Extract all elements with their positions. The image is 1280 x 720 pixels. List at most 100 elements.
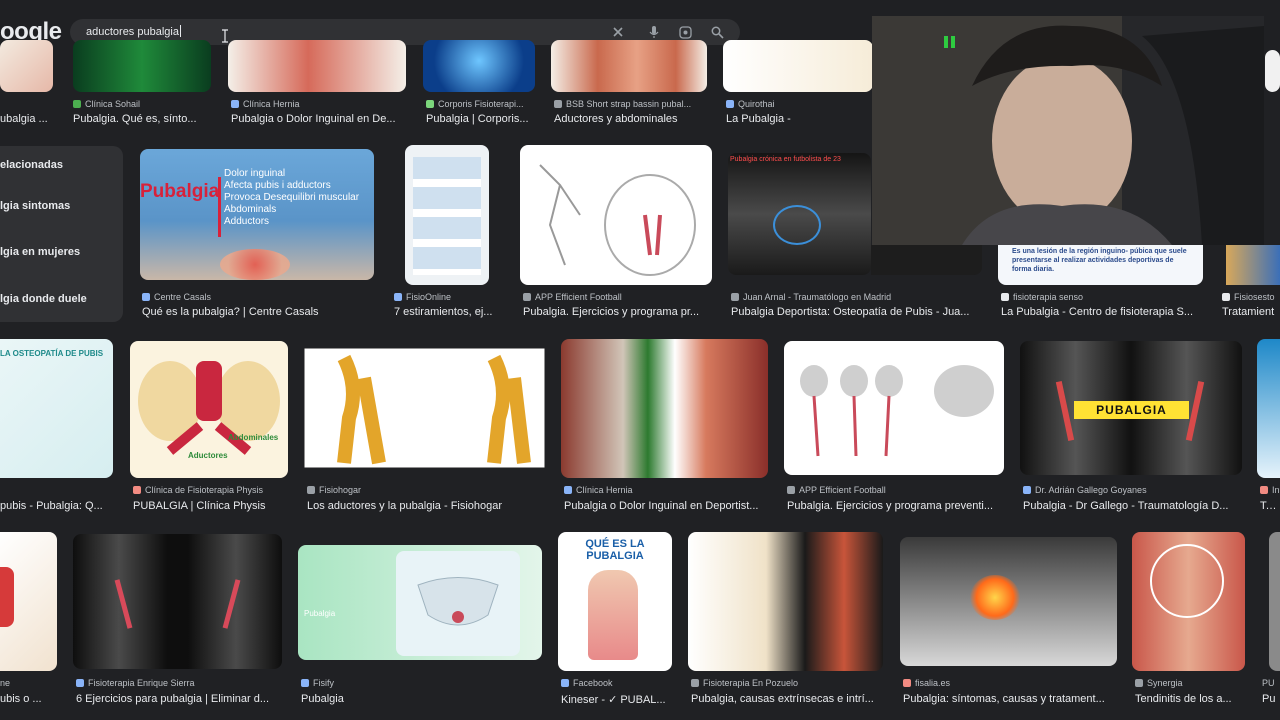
result-title[interactable]: Pubalgia | Corporis... [426,113,536,125]
result-title[interactable]: Pubalgia o Dolor Inguinal en Deportist..… [564,500,764,512]
result-source[interactable]: PU [1262,678,1280,688]
result-source[interactable]: Fisiohogar [307,485,547,495]
result-image[interactable] [0,532,57,671]
result-source[interactable]: Fisioterapia En Pozuelo [691,678,886,688]
result-source[interactable]: Fisiosesto [1222,292,1280,302]
result-title[interactable]: Qué es la pubalgia? | Centre Casals [142,306,376,318]
result-title[interactable]: Tera [1260,500,1280,512]
result-title[interactable]: Pubalgia: síntomas, causas y tratament..… [903,693,1118,705]
result-image[interactable] [688,532,883,671]
result-image[interactable]: PUBALGIA [1020,341,1242,475]
image-text: QUÉ ES LA PUBALGIA [585,538,645,562]
result-source[interactable]: FisioOnline [394,292,504,302]
result-image[interactable] [784,341,1004,475]
result-image[interactable]: Pubalgia crónica en futbolista de 23 [728,153,871,275]
result-title[interactable]: PUBALGIA | Clínica Physis [133,500,293,512]
result-image[interactable] [551,40,707,92]
result-title[interactable]: Pu [1262,693,1280,705]
result-title[interactable]: pubis - Pubalgia: Q... [0,500,115,512]
result-image[interactable] [1269,532,1280,671]
image-text: PUBALGIA [1074,401,1189,419]
result-title[interactable]: Pubalgia o Dolor Inguinal en De... [231,113,411,125]
result-source[interactable]: Dr. Adrián Gallego Goyanes [1023,485,1248,495]
result-source[interactable]: fisalia.es [903,678,1118,688]
result-source[interactable]: BSB Short strap bassin pubal... [554,99,709,109]
result-title[interactable]: La Pubalgia - Centro de fisioterapia S..… [1001,306,1201,318]
result-source[interactable]: APP Efficient Football [523,292,713,302]
result-title[interactable]: ubis o ... [0,693,60,705]
result-title[interactable]: Pubalgia - Dr Gallego - Traumatología D.… [1023,500,1243,512]
result-source[interactable]: ne [0,678,60,688]
result-image[interactable] [520,145,712,285]
result-source[interactable]: Clínica Hernia [564,485,764,495]
result-source[interactable]: Synergia [1135,678,1250,688]
search-icon[interactable] [707,22,727,42]
related-search-item[interactable]: lgia donde duele [0,293,87,305]
result-source[interactable]: Clínica de Fisioterapia Physis [133,485,293,495]
result-title[interactable]: Tendinitis de los a... [1135,693,1245,705]
result-title[interactable]: Aductores y abdominales [554,113,709,125]
result-image[interactable] [73,534,282,669]
result-image[interactable]: Abdominales Aductores [130,341,288,478]
result-source[interactable]: In [1260,485,1280,495]
result-image[interactable] [423,40,535,92]
result-image[interactable] [228,40,406,92]
result-image[interactable]: Es una lesión de la región inguino- púbi… [998,245,1203,285]
result-source[interactable]: Facebook [561,678,676,688]
result-image[interactable]: QUÉ ES LA PUBALGIA [558,532,672,671]
result-title[interactable]: Pubalgia Deportista: Osteopatía de Pubis… [731,306,981,318]
result-source[interactable]: Clínica Hernia [231,99,411,109]
result-image[interactable] [73,40,211,92]
image-text: Pubalgia [140,181,220,202]
lens-icon[interactable] [675,22,695,42]
result-image[interactable]: Pubalgia [298,545,542,660]
result-source[interactable]: Fisify [301,678,541,688]
image-caption: LA OSTEOPATÍA DE PUBIS [0,349,104,358]
result-image[interactable] [304,348,545,468]
result-image[interactable] [723,40,873,92]
result-title[interactable]: Kineser - ✓ PUBAL... [561,693,676,706]
result-source[interactable]: Centre Casals [142,292,372,302]
result-title[interactable]: 7 estiramientos, ej... [394,306,504,318]
result-image[interactable] [871,245,982,275]
result-source[interactable]: fisioterapia senso [1001,292,1201,302]
result-image[interactable] [561,339,768,478]
result-image[interactable]: Pubalgia Dolor inguinal Afecta pubis i ad… [140,149,374,280]
result-source[interactable]: Corporis Fisioterapi... [426,99,536,109]
result-title[interactable]: Pubalgia, causas extrínsecas e intrí... [691,693,881,705]
result-title[interactable]: 6 Ejercicios para pubalgia | Eliminar d.… [76,693,286,705]
result-image[interactable] [405,145,489,285]
pause-icon[interactable] [943,35,957,49]
result-title[interactable]: Tratamient [1222,306,1280,318]
result-source[interactable]: Clínica Sohail [73,99,213,109]
result-image[interactable]: LA OSTEOPATÍA DE PUBIS [0,339,113,478]
clear-icon[interactable] [608,22,628,42]
result-title[interactable]: ubalgia ... [0,113,60,125]
image-caption: Es una lesión de la región inguino- púbi… [1012,248,1187,273]
image-caption: Pubalgia crónica en futbolista de 23 [730,156,841,163]
result-source[interactable]: Juan Arnal - Traumatólogo en Madrid [731,292,991,302]
mic-icon[interactable] [644,22,664,42]
webcam-overlay [872,16,1264,245]
result-source[interactable]: APP Efficient Football [787,485,1007,495]
result-image[interactable] [1132,532,1245,671]
result-title[interactable]: Pubalgia. Ejercicios y programa pr... [523,306,713,318]
image-text: Pubalgia [304,609,336,618]
related-search-item[interactable]: lgia sintomas [0,200,70,212]
result-image[interactable] [1257,339,1280,478]
related-search-item[interactable]: lgia en mujeres [0,246,80,258]
result-source[interactable]: Fisioterapia Enrique Sierra [76,678,286,688]
result-title[interactable]: Pubalgia. Ejercicios y programa preventi… [787,500,1007,512]
result-image[interactable] [1226,245,1280,285]
result-title[interactable]: Los aductores y la pubalgia - Fisiohogar [307,500,547,512]
result-title[interactable]: La Pubalgia - [726,113,866,125]
result-image[interactable] [0,40,53,92]
result-title[interactable]: Pubalgia [301,693,541,705]
result-image[interactable] [900,537,1117,666]
result-image[interactable] [1265,50,1280,92]
result-title[interactable]: Pubalgia. Qué es, sínto... [73,113,213,125]
image-caption: Dolor inguinal Afecta pubis i adductors Pr… [224,168,360,227]
search-input[interactable]: aductores pubalgia [86,25,181,38]
result-source[interactable]: Quirothai [726,99,866,109]
related-search-item[interactable]: elacionadas [0,159,63,171]
